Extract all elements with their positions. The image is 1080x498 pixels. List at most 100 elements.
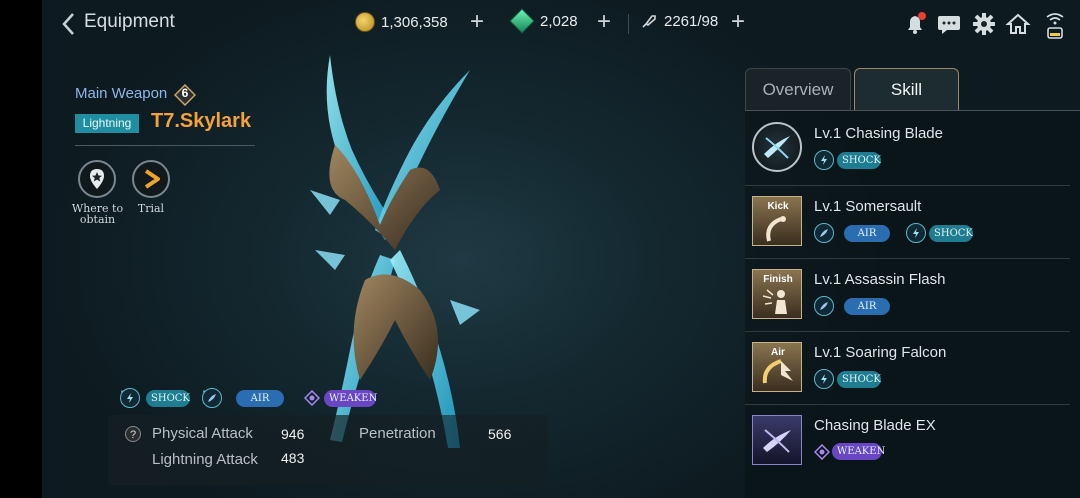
stamina-counter: 2261/98 [640,12,718,30]
weaken-icon [304,390,320,406]
soaring-falcon-skill-icon: Air [752,342,802,392]
skill-name: Lv.1 Chasing Blade [814,125,943,142]
notification-dot [918,12,926,20]
skill-row[interactable]: Lv.1 Chasing Blade SHOCK [745,113,1070,186]
air-icon [814,223,834,243]
skill-title: Assassin Flash [844,271,946,288]
where-to-obtain-button[interactable] [78,160,116,198]
skill-title: Chasing Blade EX [814,417,936,434]
skill-title: Somersault [845,198,922,215]
stat-value: 483 [281,450,305,466]
gem-counter: 2,028 [509,8,578,34]
divider [628,14,629,34]
skill-tags: SHOCK [814,369,881,389]
add-stamina-button[interactable]: + [731,8,745,36]
lightning-icon [814,369,834,389]
shock-tag: SHOCK [837,370,881,388]
stat-label: Physical Attack [152,425,253,442]
trial-label: Trial [137,202,165,215]
add-gold-button[interactable]: + [470,8,484,36]
play-arrow-icon [144,169,160,189]
air-tag: AIR [236,389,284,407]
add-gems-button[interactable]: + [597,8,611,36]
skill-name: Lv.1 Somersault [814,198,921,215]
skill-title: Soaring Falcon [845,344,947,361]
shock-tag: SHOCK [929,224,973,242]
stat-value: 566 [488,426,512,442]
gold-amount: 1,306,358 [381,13,448,31]
air-icon [814,296,834,316]
skill-name: Lv.1 Assassin Flash [814,271,945,288]
skill-row[interactable]: Finish Lv.1 Assassin Flash AIR [745,259,1070,332]
where-to-obtain-label: Where to obtain [70,203,125,225]
notification-button[interactable] [902,11,928,37]
gem-icon [509,8,535,34]
air-tag: AIR [844,224,890,242]
skill-level: Lv.1 [814,125,842,142]
trial-button[interactable] [132,160,170,198]
top-bar: Equipment 1,306,358 + 2,028 + 2261/98 + [42,0,1080,48]
air-icon [202,388,222,408]
home-icon [1005,13,1031,34]
divider [75,145,255,146]
stamina-icon [642,15,656,28]
chasing-blade-ex-skill-icon [752,415,802,465]
skill-icon-label: Kick [767,201,789,212]
screen-edge [0,0,42,498]
weapon-tag-row: ⋮ SHOCK ⋮ AIR WEAKEN [114,387,377,409]
where-to-obtain-line-2: obtain [79,213,116,226]
home-button[interactable] [1005,11,1031,37]
assassin-flash-skill-icon: Finish [752,269,802,319]
settings-button[interactable] [971,11,997,37]
gold-counter: 1,306,358 [355,12,448,32]
stamina-amount: 2261/98 [664,12,719,30]
skill-tags: AIR [814,296,890,316]
skill-row[interactable]: Air Lv.1 Soaring Falcon SHOCK [745,332,1070,405]
skill-title: Chasing Blade [845,125,943,142]
stat-value: 946 [281,426,305,442]
tab-overview[interactable]: Overview [745,68,851,110]
weaken-icon [814,443,830,460]
weaken-tag: WEAKEN [324,389,377,407]
weaken-tag: WEAKEN [832,443,885,460]
gold-coin-icon [355,12,375,32]
chat-button[interactable] [936,11,962,37]
chasing-blade-skill-icon [752,122,802,172]
lightning-icon [120,388,140,408]
chat-icon [938,16,960,34]
shock-tag: SHOCK [837,151,881,169]
stat-label: Lightning Attack [152,451,258,468]
back-button[interactable] [58,10,80,38]
stat-label: Penetration [359,425,436,442]
help-button[interactable]: ? [125,426,141,442]
weapon-name: T7.Skylark [151,110,252,132]
shock-tag: SHOCK [146,389,190,407]
map-pin-icon [90,169,104,189]
skill-tags: AIR SHOCK [814,223,973,243]
wifi-icon [1046,13,1064,39]
weapon-slot-label: Main Weapon [75,85,168,102]
skill-name: Chasing Blade EX [814,417,936,434]
somersault-skill-icon: Kick [752,196,802,246]
gear-icon [973,13,995,35]
network-status [1042,11,1068,39]
skill-row[interactable]: Kick Lv.1 Somersault AIR SHOCK [745,186,1070,259]
skill-name: Lv.1 Soaring Falcon [814,344,946,361]
page-title: Equipment [84,11,175,32]
skill-tags: SHOCK [814,150,881,170]
skill-tags: WEAKEN [814,443,885,460]
skill-icon-label: Finish [763,274,793,285]
lightning-icon [814,150,834,170]
tier-badge: 6 [173,83,197,107]
chevron-left-icon [62,13,74,35]
skill-level: Lv.1 [814,344,842,361]
tab-skill[interactable]: Skill [854,68,959,110]
air-tag: AIR [844,297,890,315]
skill-level: Lv.1 [814,198,842,215]
element-tag: Lightning [75,114,139,133]
skill-row[interactable]: Chasing Blade EX WEAKEN [745,405,1070,477]
tier-number: 6 [181,86,189,100]
gem-amount: 2,028 [540,12,578,30]
lightning-icon [906,223,926,243]
skill-level: Lv.1 [814,271,842,288]
